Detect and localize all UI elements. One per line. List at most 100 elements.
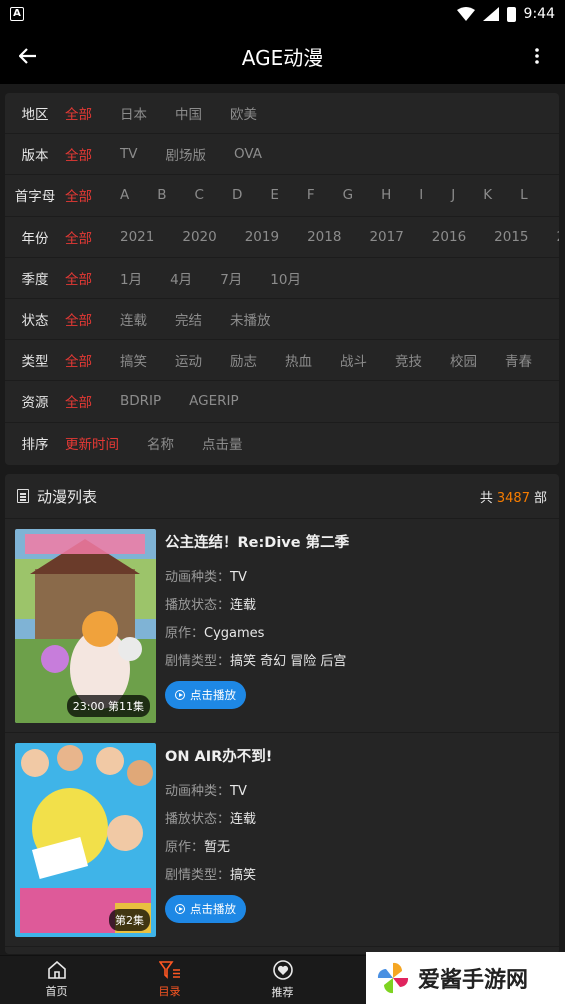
filter-option[interactable]: 1月: [120, 268, 142, 288]
nav-item-recommend[interactable]: 推荐: [226, 956, 339, 1004]
anime-status-line: 播放状态：连载: [165, 812, 257, 827]
filter-row: 排序 更新时间 名称 点击量: [5, 423, 559, 464]
filter-option[interactable]: 校园: [450, 350, 477, 370]
nav-item-catalog[interactable]: 目录: [113, 956, 226, 1004]
watermark-text: 爱酱手游网: [418, 968, 529, 993]
filter-option[interactable]: 战斗: [340, 350, 367, 370]
filter-option[interactable]: TV: [120, 146, 137, 162]
filter-option[interactable]: 10月: [270, 268, 301, 288]
arrow-left-icon: [19, 48, 36, 64]
anime-info: 公主连结！Re:Dive 第二季 动画种类：TV 播放状态：连载 原作：Cyga…: [165, 531, 549, 709]
filter-option[interactable]: OVA: [234, 146, 262, 162]
filter-option[interactable]: 热血: [285, 350, 312, 370]
filter-option[interactable]: 全部: [65, 391, 92, 411]
filter-option[interactable]: 竞技: [395, 350, 422, 370]
filter-option[interactable]: BDRIP: [120, 393, 161, 409]
filter-option[interactable]: 2014: [557, 229, 559, 245]
play-circle-icon: [175, 904, 185, 914]
filter-option[interactable]: 完结: [175, 309, 202, 329]
filter-option[interactable]: 点击量: [202, 433, 243, 453]
filter-option[interactable]: 全部: [65, 185, 92, 205]
filter-option[interactable]: 日本: [120, 103, 147, 123]
back-button[interactable]: [0, 28, 56, 84]
filter-option[interactable]: L: [520, 187, 528, 203]
signal-icon: [482, 7, 499, 21]
filter-option[interactable]: 欧美: [230, 103, 257, 123]
filter-option[interactable]: E: [270, 187, 279, 203]
anime-title[interactable]: ON AIR办不到!: [165, 745, 549, 766]
filter-label: 类型: [21, 354, 49, 371]
filter-option[interactable]: 全部: [65, 268, 92, 288]
filter-option[interactable]: 青春: [505, 350, 532, 370]
filter-option[interactable]: K: [483, 187, 492, 203]
nav-item-home[interactable]: 首页: [0, 956, 113, 1004]
battery-icon: [506, 6, 516, 22]
filter-option[interactable]: A: [120, 187, 129, 203]
anime-origin-line: 原作：暂无: [165, 840, 231, 855]
anime-genre-line: 剧情类型：搞笑: [165, 868, 257, 883]
pinwheel-logo-icon: [377, 962, 409, 994]
anime-origin-line: 原作：Cygames: [165, 626, 265, 641]
filter-option[interactable]: 全部: [65, 309, 92, 329]
filter-option[interactable]: 2019: [245, 229, 279, 245]
filter-option[interactable]: 2016: [432, 229, 466, 245]
filter-option[interactable]: 更新时间: [65, 433, 119, 453]
anime-list-item[interactable]: 23:00 第11集 公主连结！Re:Dive 第二季 动画种类：TV 播放状态…: [5, 519, 559, 733]
filter-option[interactable]: AGERIP: [189, 393, 239, 409]
filter-option[interactable]: 运动: [175, 350, 202, 370]
filter-row: 首字母 全部 A B C D E F G H I J K L: [5, 175, 559, 217]
filter-option[interactable]: C: [195, 187, 204, 203]
filter-label: 季度: [21, 271, 49, 288]
play-button[interactable]: 点击播放: [165, 681, 246, 709]
filter-option[interactable]: 7月: [220, 268, 242, 288]
filter-label: 资源: [21, 395, 49, 412]
app-bar: AGE动漫: [0, 28, 565, 84]
anime-title[interactable]: 公主连结！Re:Dive 第二季: [165, 531, 549, 552]
filter-option[interactable]: 中国: [175, 103, 202, 123]
filter-option[interactable]: 全部: [65, 350, 92, 370]
filter-label: 状态: [21, 313, 49, 330]
anime-poster[interactable]: 第2集: [15, 743, 156, 937]
filter-option[interactable]: 剧场版: [165, 144, 206, 164]
anime-list-item[interactable]: 第2集 ON AIR办不到! 动画种类：TV 播放状态：连载 原作：暂无 剧情类…: [5, 733, 559, 947]
filter-option[interactable]: 名称: [147, 433, 174, 453]
filter-option[interactable]: I: [419, 187, 423, 203]
document-icon: [17, 489, 29, 503]
filter-option[interactable]: D: [232, 187, 242, 203]
anime-list-panel: 动漫列表 共 3487 部 23:00 第11集 公主连结！Re:Dive 第二季 …: [5, 474, 559, 954]
filter-option[interactable]: 连载: [120, 309, 147, 329]
filter-option[interactable]: G: [343, 187, 353, 203]
filter-label: 排序: [21, 437, 49, 454]
filter-option[interactable]: 2015: [494, 229, 528, 245]
filter-option[interactable]: 2018: [307, 229, 341, 245]
home-icon: [47, 961, 66, 979]
filter-option[interactable]: H: [381, 187, 391, 203]
filter-row: 年份全部 2021 2020 2019 2018 2017 2016 2015 2014: [5, 217, 559, 258]
filter-row: 状态 全部 连载 完结 未播放: [5, 299, 559, 341]
filter-option[interactable]: 未播放: [230, 309, 271, 329]
filter-list-icon: [158, 961, 180, 979]
filter-option[interactable]: B: [157, 187, 166, 203]
filter-option[interactable]: 全部: [65, 227, 92, 247]
filter-option[interactable]: 全部: [65, 103, 92, 123]
filter-option[interactable]: 搞笑: [120, 350, 147, 370]
notification-a-icon: A: [10, 7, 24, 21]
filter-row: 资源 全部 BDRIP AGERIP: [5, 381, 559, 423]
play-button[interactable]: 点击播放: [165, 895, 246, 923]
filter-label: 版本: [21, 148, 49, 165]
filter-row: 季度 全部 1月 4月 7月 10月: [5, 258, 559, 299]
anime-poster[interactable]: 23:00 第11集: [15, 529, 156, 723]
filter-option[interactable]: 2017: [369, 229, 403, 245]
filter-option[interactable]: J: [451, 187, 455, 203]
filter-option[interactable]: 2021: [120, 229, 154, 245]
anime-genre-line: 剧情类型：搞笑 奇幻 冒险 后宫: [165, 654, 347, 669]
list-header: 动漫列表 共 3487 部: [5, 474, 559, 519]
filter-option[interactable]: 4月: [170, 268, 192, 288]
filter-label: 年份: [21, 230, 49, 247]
filter-option[interactable]: 全部: [65, 144, 92, 164]
filter-panel: 地区 全部 日本 中国 欧美 版本 全部 TV 剧场版 OVA 首字母 全部 A B C D E F G H I J K L 年…: [5, 93, 559, 465]
filter-option[interactable]: 励志: [230, 350, 257, 370]
filter-option[interactable]: 2020: [182, 229, 216, 245]
filter-option[interactable]: F: [307, 187, 315, 203]
overflow-menu-button[interactable]: [509, 28, 565, 84]
